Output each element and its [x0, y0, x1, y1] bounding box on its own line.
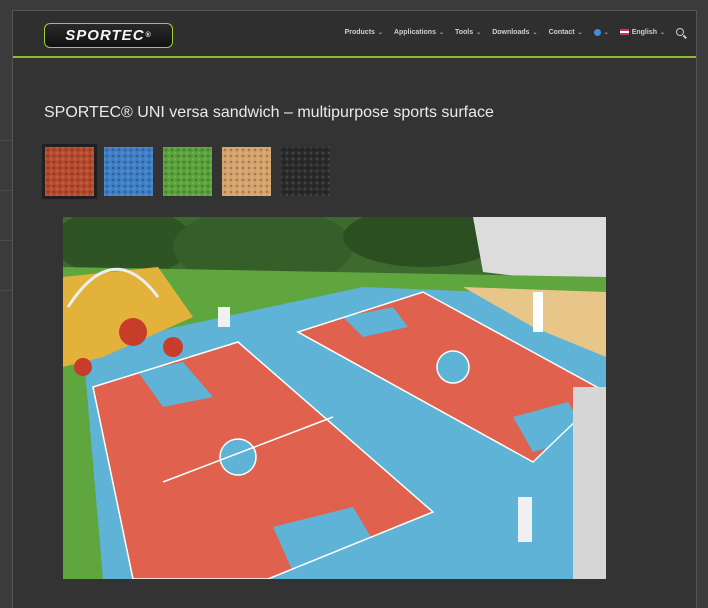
background-divider [0, 240, 12, 241]
nav-tools[interactable]: Tools ⌄ [455, 29, 481, 36]
chevron-down-icon: ⌄ [532, 29, 538, 36]
site-header: SPORTEC ® Products ⌄ Applications ⌄ Tools ⌄ … [13, 11, 696, 58]
chevron-down-icon: ⌄ [476, 29, 482, 36]
nav-products[interactable]: Products ⌄ [345, 29, 383, 36]
swatch-black[interactable] [281, 147, 330, 196]
globe-icon [593, 28, 601, 36]
nav-downloads[interactable]: Downloads ⌄ [492, 29, 537, 36]
swatch-beige[interactable] [222, 147, 271, 196]
chevron-down-icon: ⌄ [659, 29, 665, 36]
chevron-down-icon: ⌄ [603, 29, 609, 36]
nav-label: Applications [393, 28, 436, 36]
logo-mark: ® [145, 32, 152, 39]
chevron-down-icon: ⌄ [377, 29, 383, 36]
nav-language[interactable]: English ⌄ [619, 28, 665, 36]
background-divider [0, 190, 12, 191]
flag-icon [619, 29, 629, 35]
product-photo [63, 217, 606, 579]
swatch-blue[interactable] [104, 147, 153, 196]
main-nav: Products ⌄ Applications ⌄ Tools ⌄ Downloads… [345, 28, 684, 36]
nav-label: Products [344, 28, 375, 36]
background-divider [0, 290, 12, 291]
page-title: SPORTEC® UNI versa sandwich – multipurpo… [44, 104, 494, 121]
court-aerial-image [63, 217, 606, 579]
nav-region[interactable]: ⌄ [593, 28, 609, 36]
color-swatches [42, 144, 330, 199]
background-divider [0, 140, 12, 141]
nav-label: Tools [455, 28, 474, 36]
page-frame: SPORTEC ® Products ⌄ Applications ⌄ Tools ⌄ … [12, 10, 697, 608]
search-icon [676, 28, 684, 36]
search-button[interactable] [676, 28, 684, 36]
sportec-logo[interactable]: SPORTEC ® [44, 23, 173, 48]
nav-label: Downloads [492, 28, 530, 36]
logo-text: SPORTEC [65, 27, 145, 44]
nav-label: Contact [548, 28, 575, 36]
swatch-red[interactable] [42, 144, 97, 199]
swatch-green[interactable] [163, 147, 212, 196]
language-label: English [631, 28, 657, 36]
chevron-down-icon: ⌄ [577, 29, 583, 36]
nav-applications[interactable]: Applications ⌄ [394, 29, 444, 36]
chevron-down-icon: ⌄ [438, 29, 444, 36]
nav-contact[interactable]: Contact ⌄ [549, 29, 583, 36]
